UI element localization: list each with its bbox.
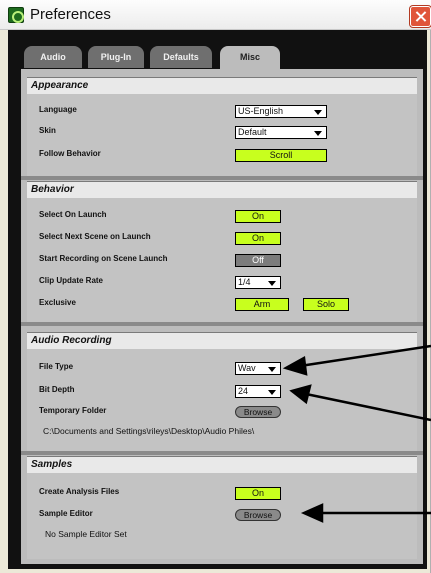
appearance-section: Language US-English Skin Default Follow … (27, 94, 417, 176)
preferences-window: Preferences Audio Plug-In Defaults Misc … (0, 0, 431, 573)
language-dropdown[interactable]: US-English (235, 105, 327, 118)
bit-depth-value: 24 (238, 386, 249, 396)
exclusive-label: Exclusive (39, 298, 76, 307)
create-analysis-files-toggle[interactable]: On (235, 487, 281, 500)
temporary-folder-label: Temporary Folder (39, 406, 107, 415)
title-bar: Preferences (0, 0, 431, 30)
select-next-scene-label: Select Next Scene on Launch (39, 232, 151, 241)
language-label: Language (39, 105, 77, 114)
follow-behavior-label: Follow Behavior (39, 149, 101, 158)
appearance-heading: Appearance (27, 77, 417, 94)
tab-misc[interactable]: Misc (220, 46, 280, 70)
start-recording-toggle[interactable]: Off (235, 254, 281, 267)
sample-editor-label: Sample Editor (39, 509, 93, 518)
audio-recording-section: File Type Wav Bit Depth 24 Temporary Fol… (27, 349, 417, 451)
exclusive-arm-toggle[interactable]: Arm (235, 298, 289, 311)
file-type-dropdown[interactable]: Wav (235, 362, 281, 375)
misc-panel: Appearance Language US-English Skin Defa… (21, 69, 423, 564)
sample-editor-browse-button[interactable]: Browse (235, 509, 281, 521)
clip-update-rate-value: 1/4 (238, 277, 251, 287)
sample-editor-status: No Sample Editor Set (45, 529, 127, 539)
section-divider (21, 322, 423, 326)
chevron-down-icon (268, 390, 276, 395)
behavior-section: Select On Launch On Select Next Scene on… (27, 198, 417, 322)
section-divider (21, 451, 423, 455)
select-on-launch-label: Select On Launch (39, 210, 107, 219)
samples-heading: Samples (27, 456, 417, 473)
chevron-down-icon (268, 281, 276, 286)
tab-plug-in[interactable]: Plug-In (88, 46, 144, 68)
audio-recording-heading: Audio Recording (27, 332, 417, 349)
skin-label: Skin (39, 126, 56, 135)
temporary-folder-browse-button[interactable]: Browse (235, 406, 281, 418)
clip-update-rate-dropdown[interactable]: 1/4 (235, 276, 281, 289)
select-next-scene-toggle[interactable]: On (235, 232, 281, 245)
tab-defaults[interactable]: Defaults (150, 46, 212, 68)
window-title: Preferences (30, 6, 111, 23)
file-type-label: File Type (39, 362, 74, 371)
tab-audio[interactable]: Audio (24, 46, 82, 68)
skin-value: Default (238, 127, 267, 137)
skin-dropdown[interactable]: Default (235, 126, 327, 139)
language-value: US-English (238, 106, 284, 116)
chevron-down-icon (268, 367, 276, 372)
bit-depth-label: Bit Depth (39, 385, 75, 394)
follow-behavior-button[interactable]: Scroll (235, 149, 327, 162)
app-logo-icon (8, 7, 24, 23)
temporary-folder-path: C:\Documents and Settings\rileys\Desktop… (43, 426, 255, 436)
section-divider (21, 176, 423, 180)
clip-update-rate-label: Clip Update Rate (39, 276, 104, 285)
file-type-value: Wav (238, 363, 256, 373)
create-analysis-files-label: Create Analysis Files (39, 487, 120, 496)
bit-depth-dropdown[interactable]: 24 (235, 385, 281, 398)
start-recording-label: Start Recording on Scene Launch (39, 254, 168, 263)
exclusive-solo-toggle[interactable]: Solo (303, 298, 349, 311)
behavior-heading: Behavior (27, 181, 417, 198)
close-button[interactable] (410, 6, 431, 27)
samples-section: Create Analysis Files On Sample Editor B… (27, 473, 417, 559)
select-on-launch-toggle[interactable]: On (235, 210, 281, 223)
chevron-down-icon (314, 131, 322, 136)
chevron-down-icon (314, 110, 322, 115)
